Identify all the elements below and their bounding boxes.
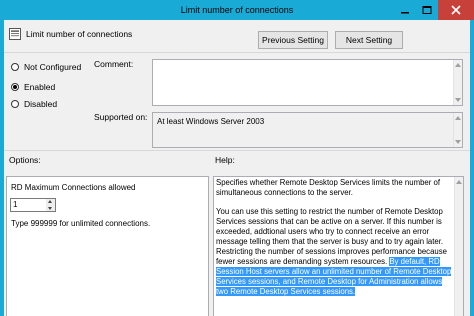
comment-scrollbar[interactable]: [453, 60, 462, 105]
radio-button-icon[interactable]: [11, 99, 19, 108]
radio-label: Not Configured: [24, 62, 82, 72]
options-panel: [6, 176, 209, 316]
help-paragraph: You can use this setting to restrict the…: [216, 207, 452, 297]
maximize-icon: [422, 6, 432, 14]
spin-down-icon[interactable]: [46, 205, 55, 211]
divider: [4, 150, 470, 151]
radio-label: Disabled: [24, 99, 58, 109]
radio-button-selected-icon[interactable]: [11, 82, 19, 91]
help-paragraph: Specifies whether Remote Desktop Service…: [216, 178, 441, 197]
minimize-icon: [401, 12, 409, 14]
maximize-button[interactable]: [416, 0, 438, 20]
help-scrollbar[interactable]: [454, 177, 463, 316]
comment-textarea[interactable]: [152, 59, 463, 106]
scroll-down-icon[interactable]: [455, 98, 461, 102]
supported-on-value: At least Windows Server 2003: [157, 117, 265, 126]
close-icon: [451, 5, 461, 15]
radio-label: Enabled: [24, 82, 56, 92]
radio-disabled[interactable]: Disabled: [11, 98, 101, 110]
options-label: Options:: [9, 155, 41, 165]
scroll-down-icon[interactable]: [455, 140, 461, 144]
policy-setting-icon: [9, 28, 21, 40]
setting-name: Limit number of connections: [26, 29, 133, 39]
previous-setting-button[interactable]: Previous Setting: [258, 31, 328, 49]
divider: [4, 52, 470, 53]
close-button[interactable]: [438, 0, 474, 20]
scroll-up-icon[interactable]: [456, 180, 462, 184]
radio-enabled[interactable]: Enabled: [11, 81, 101, 93]
comment-label: Comment:: [94, 59, 134, 69]
supported-on-label: Supported on:: [94, 112, 148, 122]
window-frame-right: [470, 20, 474, 316]
max-connections-hint: Type 999999 for unlimited connections.: [11, 219, 151, 228]
scroll-up-icon[interactable]: [455, 116, 461, 120]
help-label: Help:: [215, 155, 235, 165]
supported-scrollbar[interactable]: [453, 113, 462, 147]
next-setting-button[interactable]: Next Setting: [335, 31, 403, 49]
max-connections-label: RD Maximum Connections allowed: [11, 183, 136, 192]
radio-button-icon[interactable]: [11, 62, 19, 71]
spin-buttons[interactable]: [46, 199, 55, 211]
radio-not-configured[interactable]: Not Configured: [11, 61, 101, 73]
help-text: Specifies whether Remote Desktop Service…: [216, 178, 452, 316]
minimize-button[interactable]: [394, 0, 416, 20]
scroll-up-icon[interactable]: [455, 63, 461, 67]
